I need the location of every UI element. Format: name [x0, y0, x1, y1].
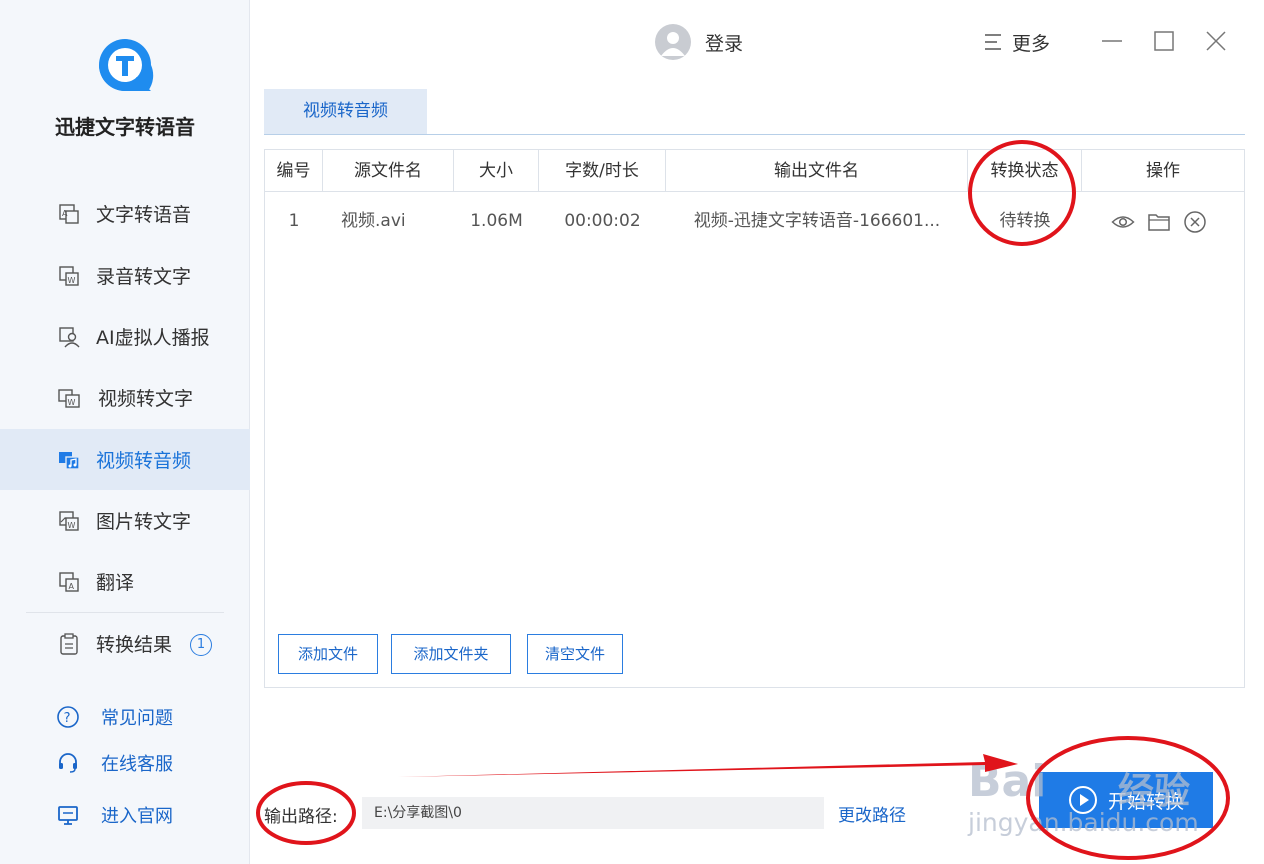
cell-source: 视频.avi [341, 211, 406, 231]
delete-circle-x-icon[interactable] [1183, 210, 1207, 234]
column-header-status: 转换状态 [968, 150, 1082, 192]
app-logo [99, 39, 154, 91]
avatar [655, 24, 691, 60]
close-icon[interactable] [1203, 28, 1229, 54]
add-folder-button[interactable]: 添加文件夹 [391, 634, 511, 674]
help-support-label: 在线客服 [101, 754, 173, 775]
column-header-actions: 操作 [1146, 161, 1180, 181]
output-path-field[interactable] [362, 797, 824, 829]
minimize-icon[interactable] [1099, 28, 1125, 54]
column-header-source: 源文件名 [323, 150, 454, 192]
cell-output: 视频-迅捷文字转语音-166601... [693, 211, 941, 231]
play-circle-icon [1068, 786, 1097, 814]
sidebar-item-label: 录音转文字 [96, 266, 192, 288]
help-faq-link[interactable]: ? 常见问题 [56, 702, 173, 732]
more-label: 更多 [1012, 32, 1051, 55]
sidebar-item-label: 转换结果 [96, 634, 173, 656]
translate-icon: A [59, 571, 79, 592]
help-faq-label: 常见问题 [101, 708, 173, 729]
svg-text:W: W [68, 398, 76, 407]
watermark-brand: Bai [968, 756, 1047, 807]
sidebar-item-label: 视频转文字 [98, 388, 194, 410]
menu-icon [985, 34, 1001, 50]
app-name: 迅捷文字转语音 [55, 115, 195, 139]
results-count-badge: 1 [190, 634, 212, 656]
column-header-index: 编号 [265, 150, 323, 192]
more-menu-button[interactable]: 更多 [982, 29, 1050, 55]
video-to-audio-icon [59, 451, 80, 470]
video-to-text-icon: W [58, 388, 80, 408]
svg-text:A: A [62, 209, 68, 218]
sidebar-item-ai-avatar[interactable]: AI虚拟人播报 [0, 306, 250, 367]
tab-video-to-audio[interactable]: 视频转音频 [264, 89, 427, 134]
login-button[interactable]: 登录 [655, 24, 743, 60]
headset-icon [59, 753, 77, 773]
sidebar-item-results[interactable]: 转换结果 1 [0, 613, 250, 674]
preview-eye-icon[interactable] [1111, 210, 1135, 234]
tab-underline [264, 134, 1245, 135]
output-path-label: 输出路径: [264, 807, 338, 827]
sidebar-item-label: 图片转文字 [96, 511, 192, 533]
file-list-panel: 编号 源文件名 大小 字数/时长 输出文件名 转换状态 操作 1 视频.avi … [264, 149, 1245, 688]
recording-to-text-icon: W [59, 265, 79, 286]
add-file-button[interactable]: 添加文件 [278, 634, 378, 674]
table-header: 编号 源文件名 大小 字数/时长 输出文件名 转换状态 操作 [265, 150, 1244, 192]
column-header-duration: 字数/时长 [539, 150, 666, 192]
monitor-icon [58, 806, 78, 825]
cell-duration: 00:00:02 [564, 211, 641, 231]
column-header-output: 输出文件名 [666, 150, 968, 192]
sidebar-item-label: AI虚拟人播报 [96, 327, 210, 349]
row-actions [1111, 210, 1207, 234]
cell-size: 1.06M [470, 211, 523, 231]
ai-avatar-icon [59, 326, 80, 347]
sidebar-item-label: 文字转语音 [96, 204, 192, 226]
svg-text:A: A [69, 582, 75, 591]
help-support-link[interactable]: 在线客服 [56, 748, 173, 778]
start-convert-button[interactable]: 开始转换 [1039, 772, 1213, 828]
question-icon: ? [57, 706, 79, 728]
sidebar-item-video-to-audio[interactable]: 视频转音频 [0, 429, 250, 490]
folder-icon[interactable] [1147, 210, 1171, 234]
user-icon [661, 32, 685, 56]
cell-status: 待转换 [999, 211, 1051, 231]
cell-index: 1 [288, 211, 300, 231]
svg-text:W: W [68, 521, 76, 530]
sidebar-item-label: 翻译 [96, 572, 135, 594]
red-arrow [398, 754, 1018, 777]
sidebar-item-label: 视频转音频 [96, 450, 192, 472]
svg-text:?: ? [64, 711, 71, 726]
clipboard-icon [60, 632, 78, 655]
clear-files-button[interactable]: 清空文件 [527, 634, 623, 674]
sidebar-item-video-to-text[interactable]: W 视频转文字 [0, 367, 250, 428]
table-row[interactable]: 1 视频.avi 1.06M 00:00:02 视频-迅捷文字转语音-16660… [265, 193, 1244, 249]
help-website-link[interactable]: 进入官网 [56, 800, 173, 830]
sidebar: 迅捷文字转语音 A 文字转语音 W 录音转文字 AI虚拟人播报 W 视频转文字 … [0, 0, 250, 864]
sidebar-item-translate[interactable]: A 翻译 [0, 551, 250, 612]
image-to-text-icon: W [59, 510, 79, 531]
login-label: 登录 [705, 32, 744, 55]
maximize-icon[interactable] [1151, 28, 1177, 54]
start-convert-label: 开始转换 [1107, 790, 1184, 813]
sidebar-item-text-to-speech[interactable]: A 文字转语音 [0, 183, 250, 244]
sidebar-item-image-to-text[interactable]: W 图片转文字 [0, 490, 250, 551]
text-to-speech-icon: A [59, 203, 79, 224]
column-header-size: 大小 [454, 150, 539, 192]
sidebar-item-recording-to-text[interactable]: W 录音转文字 [0, 245, 250, 306]
change-path-link[interactable]: 更改路径 [838, 801, 906, 826]
svg-text:W: W [68, 276, 76, 285]
help-website-label: 进入官网 [101, 806, 173, 827]
